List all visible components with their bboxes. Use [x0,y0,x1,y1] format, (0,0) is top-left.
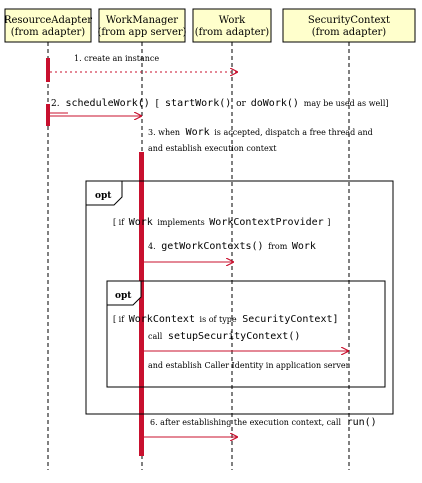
message-4-label: 4. getWorkContexts() from Work [148,241,316,252]
message-2-bracket: [ [156,99,160,109]
participant-work-manager: WorkManager (from app server) [97,8,187,43]
participant-security-context: SecurityContext (from adapter) [282,8,416,43]
participant-origin: (from app server) [97,27,186,38]
participant-origin: (from adapter) [312,27,387,38]
work-reference: Work [186,127,210,138]
fragment-outer-guard: [ if Work implements WorkContextProvider… [113,217,330,228]
run-call: run() [347,417,377,428]
message-2-label: 2. scheduleWork() [ startWork() or doWor… [51,98,389,109]
fragment-inner-guard: [ if WorkContext is of type SecurityCont… [113,314,339,325]
message-2-suffix: may be used as well] [304,99,389,108]
activation-resource-adapter-1 [46,58,50,82]
activation-resource-adapter-2 [46,104,50,126]
participant-work: Work (from adapter) [192,8,272,43]
participant-name: SecurityContext [308,15,390,26]
message-2-prefix: 2. [51,99,60,109]
fragment-outer-label: opt [95,191,112,201]
participant-name: ResourceAdapter [4,15,92,26]
message-5-line-2: and establish Caller Identity in applica… [148,361,350,370]
message-1-label: 1. create an instance [74,54,159,63]
diagram-canvas: ResourceAdapter (from adapter) WorkManag… [4,8,416,470]
message-5-label: call setupSecurityContext() [148,331,300,342]
participant-origin: (from adapter) [11,27,86,38]
get-work-contexts-call: getWorkContexts() [161,241,263,252]
do-work-call: doWork() [251,98,299,109]
participant-name: Work [219,15,246,26]
participant-origin: (from adapter) [195,27,270,38]
message-2-or: or [236,99,246,109]
participant-resource-adapter: ResourceAdapter (from adapter) [4,8,92,43]
participant-name: WorkManager [106,15,178,26]
message-3-line-2: and establish execution context [148,144,277,153]
message-6-label: 6. after establishing the execution cont… [150,417,377,428]
start-work-call: startWork() [165,98,231,109]
setup-security-context-call: setupSecurityContext() [168,331,300,342]
message-3-line-1: 3. when Work is accepted, dispatch a fre… [148,127,373,138]
schedule-work-call: scheduleWork() [65,98,149,109]
sequence-diagram: ResourceAdapter (from adapter) WorkManag… [0,0,422,483]
activation-work-manager [139,152,144,456]
fragment-inner-label: opt [115,291,132,301]
